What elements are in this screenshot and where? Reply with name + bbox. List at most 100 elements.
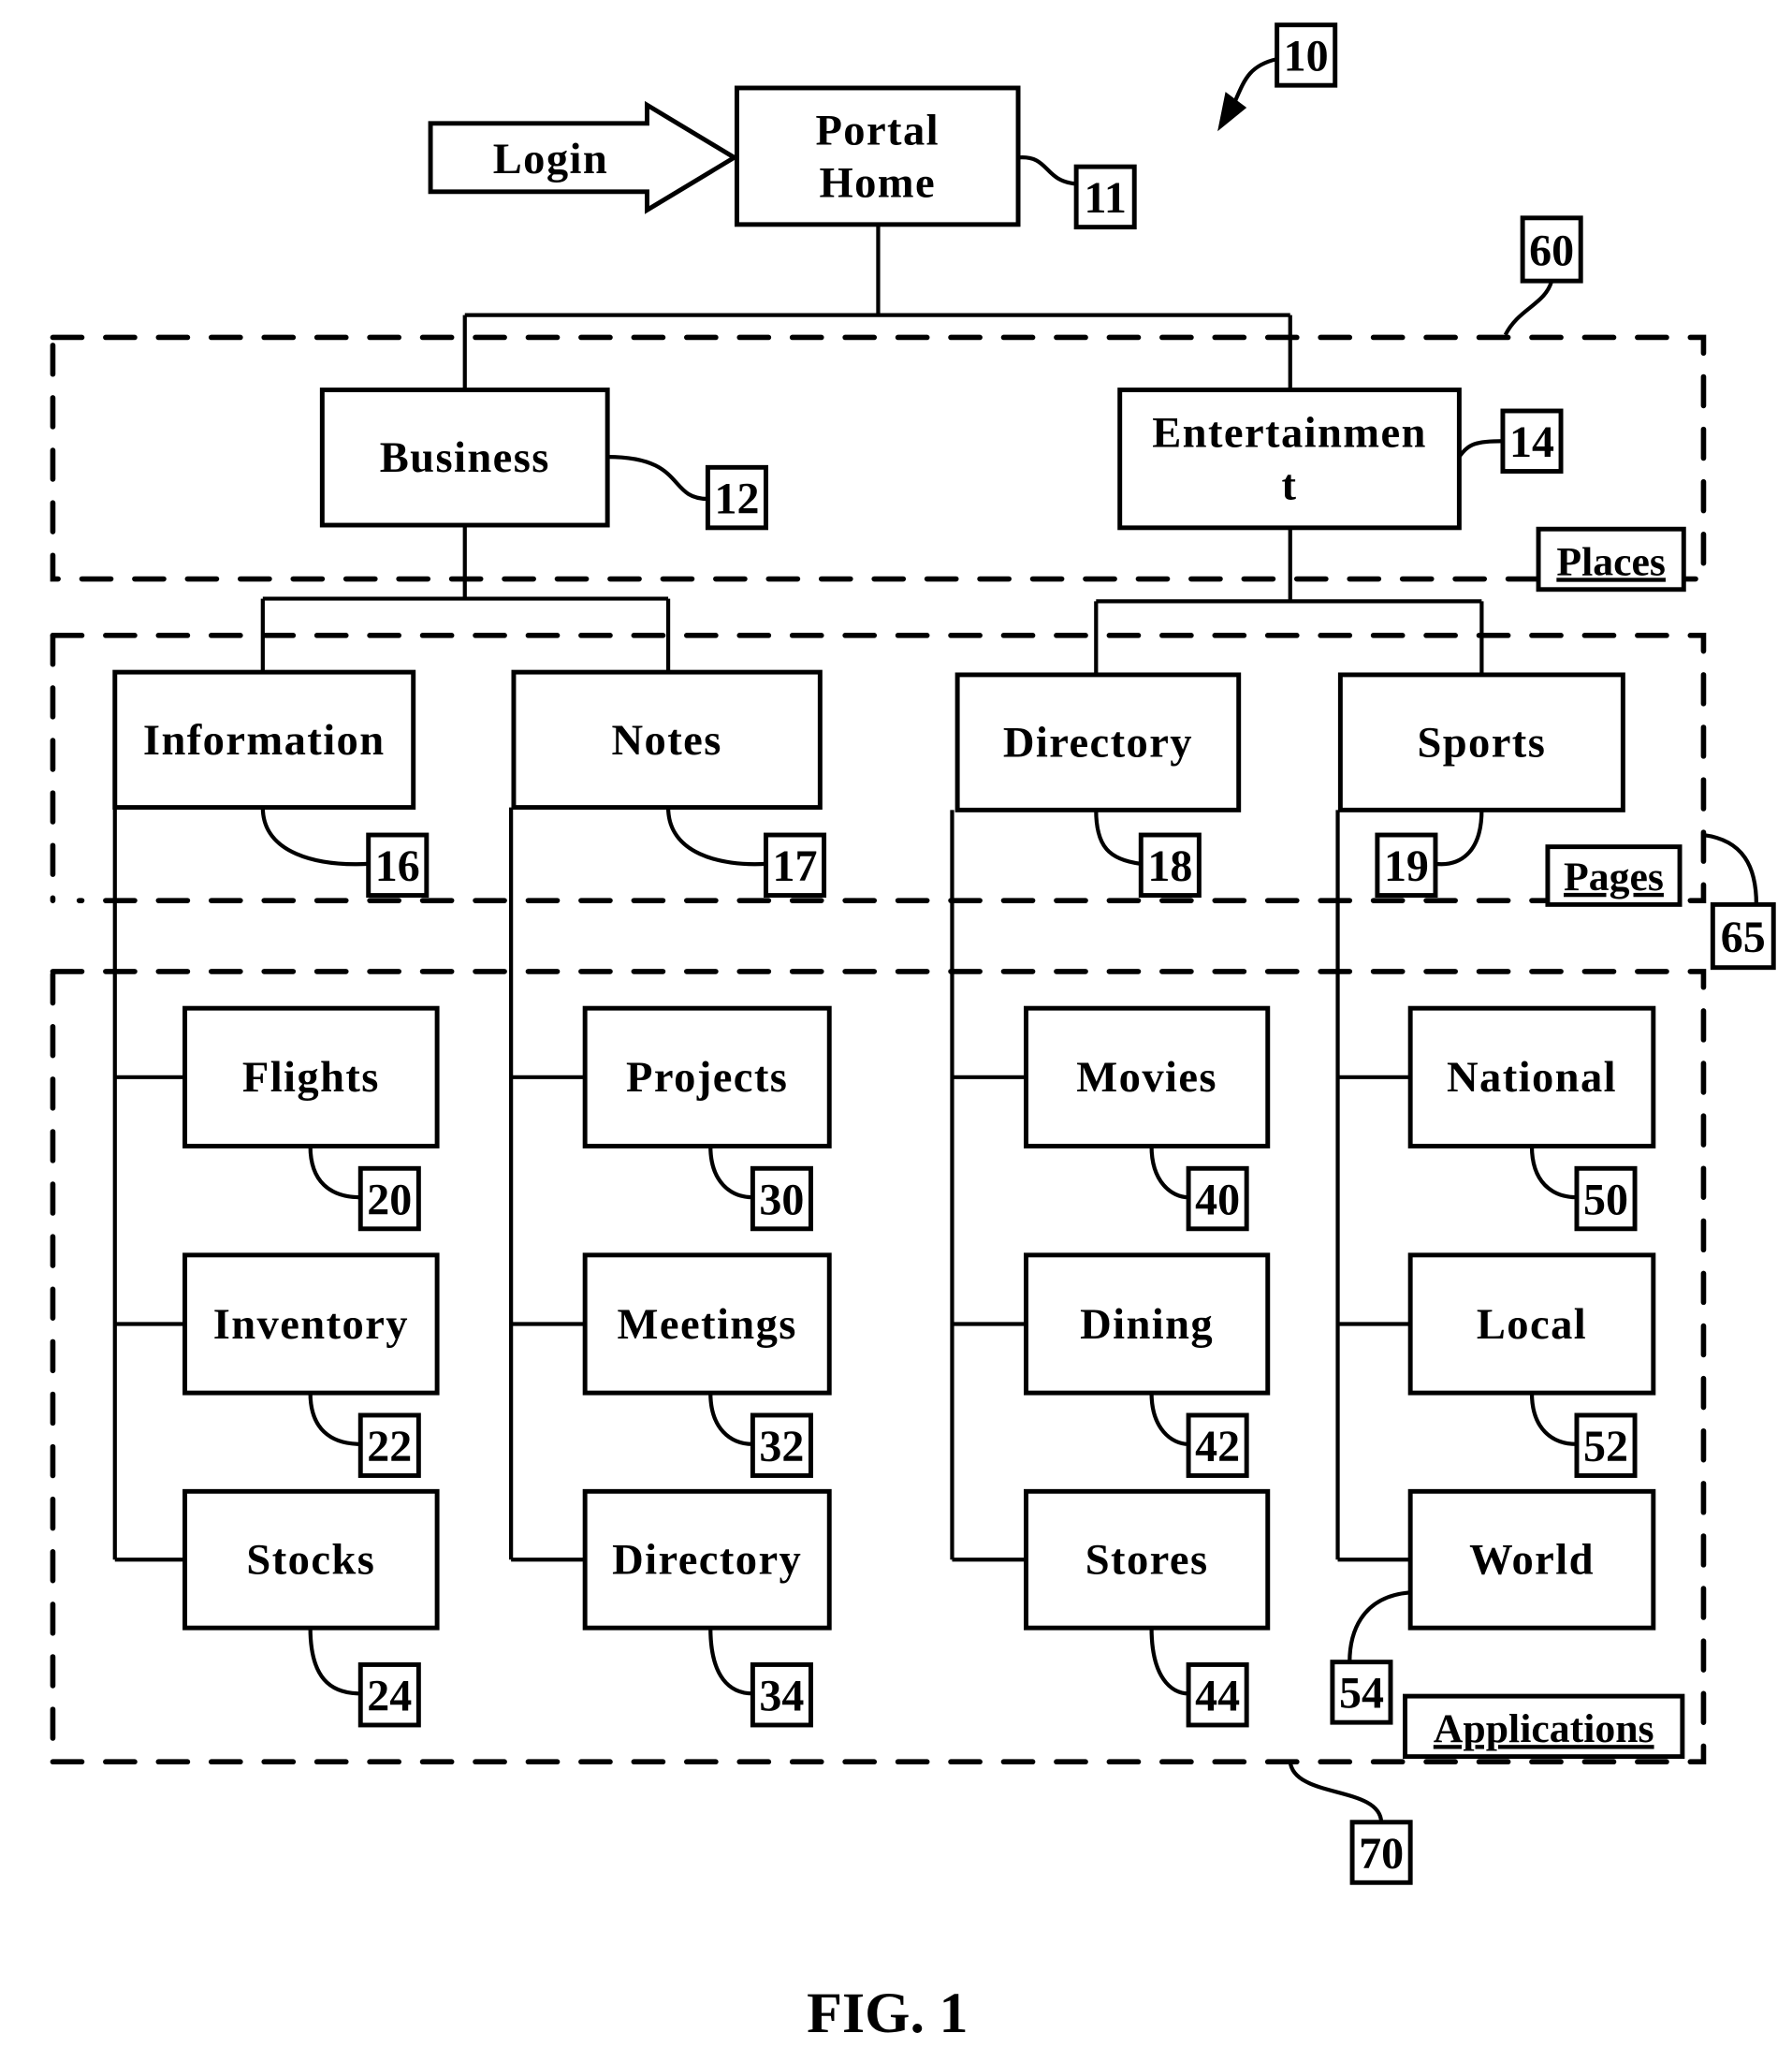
application-leader-20 [308, 1146, 361, 1200]
page-ref-directory: 18 [1138, 832, 1202, 899]
portal-to-places-connector [462, 224, 1292, 390]
application-leader-32 [708, 1393, 753, 1446]
application-ref-30: 30 [750, 1165, 813, 1232]
application-ref-22: 22 [357, 1412, 421, 1478]
places-region-label: Places [1536, 526, 1686, 592]
application-node-world: World [1407, 1488, 1656, 1631]
applications-connector-sports [1335, 810, 1411, 1562]
application-node-national: National [1407, 1005, 1656, 1148]
application-ref-42: 42 [1186, 1412, 1249, 1478]
page-leader-information [260, 807, 369, 867]
figure-ref-10: 10 [1275, 22, 1338, 88]
application-ref-40: 40 [1186, 1165, 1249, 1232]
application-leader-30 [708, 1146, 753, 1200]
application-node-projects: Projects [582, 1005, 832, 1148]
page-node-sports-label: Sports [1417, 720, 1546, 768]
pages-region-label: Pages [1545, 844, 1683, 907]
place-ref-entertainment: 14 [1500, 408, 1564, 474]
application-leader-22 [308, 1393, 361, 1446]
application-ref-52-number: 52 [1583, 1422, 1628, 1471]
application-node-local: Local [1407, 1252, 1656, 1396]
page-node-notes: Notes [511, 669, 823, 811]
application-node-meetings: Meetings [582, 1252, 832, 1396]
application-node-meetings-label: Meetings [618, 1301, 797, 1349]
portal-home-ref: 11 [1073, 164, 1137, 230]
page-ref-directory-number: 18 [1147, 841, 1192, 891]
login-label: Login [493, 136, 608, 183]
application-leader-40 [1149, 1146, 1189, 1200]
application-node-flights-label: Flights [242, 1054, 380, 1102]
arrowhead-icon [1217, 92, 1247, 132]
pages-region-leader [1703, 832, 1759, 905]
application-ref-50: 50 [1574, 1165, 1638, 1232]
places-region-label-text: Places [1556, 539, 1666, 584]
application-node-movies-label: Movies [1076, 1054, 1217, 1102]
page-leader-notes [665, 807, 766, 867]
page-node-sports: Sports [1337, 672, 1625, 812]
application-ref-54: 54 [1330, 1660, 1393, 1725]
application-node-directory-label: Directory [612, 1537, 802, 1585]
place-node-business-label: Business [380, 434, 550, 482]
figure-ref-10-number: 10 [1284, 32, 1329, 81]
place-leader-business [607, 454, 708, 502]
applications-region-ref: 70 [1349, 1820, 1413, 1885]
place-node-business: Business [319, 388, 610, 528]
application-node-inventory-label: Inventory [213, 1301, 409, 1349]
place-node-entertainment-label: Entertainmen [1152, 410, 1427, 458]
portal-home-node: Portal Home [734, 85, 1021, 227]
page-node-directory-label: Directory [1003, 720, 1193, 768]
application-node-world-label: World [1469, 1537, 1595, 1585]
application-ref-24-number: 24 [367, 1672, 412, 1721]
pages-region-label-text: Pages [1564, 855, 1664, 900]
page-ref-notes-number: 17 [773, 841, 818, 891]
page-ref-information: 16 [366, 832, 430, 899]
application-ref-24: 24 [357, 1661, 421, 1728]
application-node-stocks: Stocks [182, 1488, 440, 1631]
place-leader-entertainment [1457, 439, 1503, 459]
applications-region-label-text: Applications [1434, 1706, 1654, 1751]
application-node-national-label: National [1447, 1054, 1617, 1102]
place-ref-entertainment-number: 14 [1509, 417, 1554, 467]
entertainment-to-pages-connector [1094, 527, 1484, 675]
application-ref-30-number: 30 [759, 1176, 804, 1225]
application-ref-32-number: 32 [759, 1422, 804, 1471]
application-node-flights: Flights [182, 1005, 440, 1148]
applications-region-leader [1288, 1761, 1384, 1823]
place-node-entertainment-label: t [1282, 462, 1298, 510]
place-node-entertainment: Entertainment [1117, 388, 1462, 531]
application-leader-54 [1348, 1590, 1411, 1662]
portal-home-node-label: Home [819, 160, 936, 208]
place-ref-business-number: 12 [714, 475, 759, 524]
application-ref-22-number: 22 [367, 1422, 412, 1471]
application-leader-34 [708, 1628, 753, 1696]
page-ref-information-number: 16 [375, 841, 420, 891]
application-leader-50 [1529, 1146, 1578, 1200]
application-leader-42 [1149, 1393, 1189, 1446]
application-node-dining-label: Dining [1080, 1301, 1214, 1349]
page-node-information-label: Information [143, 717, 386, 765]
applications-connector-notes [509, 807, 586, 1562]
applications-region-ref-number: 70 [1359, 1829, 1404, 1879]
applications-connector-information [112, 807, 185, 1562]
application-ref-20: 20 [357, 1165, 421, 1232]
application-node-stores: Stores [1024, 1488, 1271, 1631]
page-node-notes-label: Notes [612, 717, 722, 765]
application-node-dining: Dining [1024, 1252, 1271, 1396]
places-region-leader [1503, 280, 1554, 336]
application-ref-40-number: 40 [1195, 1176, 1240, 1225]
page-node-directory: Directory [954, 672, 1242, 812]
portal-hierarchy-diagram: Places Pages Applications Login Portal Home B… [50, 22, 1776, 2045]
application-leader-44 [1149, 1628, 1189, 1696]
places-region-ref: 60 [1520, 215, 1583, 284]
page-leader-directory [1094, 810, 1142, 866]
figure-caption: FIG. 1 [807, 1982, 968, 2045]
portal-home-ref-number: 11 [1085, 173, 1127, 223]
page-ref-sports: 19 [1375, 832, 1438, 899]
application-node-projects-label: Projects [626, 1054, 788, 1102]
application-ref-34: 34 [750, 1661, 813, 1728]
portal-home-leader [1017, 155, 1077, 186]
application-node-stores-label: Stores [1085, 1537, 1209, 1585]
application-ref-34-number: 34 [759, 1672, 804, 1721]
application-ref-54-number: 54 [1339, 1669, 1384, 1719]
login-arrow: Login [428, 100, 739, 214]
